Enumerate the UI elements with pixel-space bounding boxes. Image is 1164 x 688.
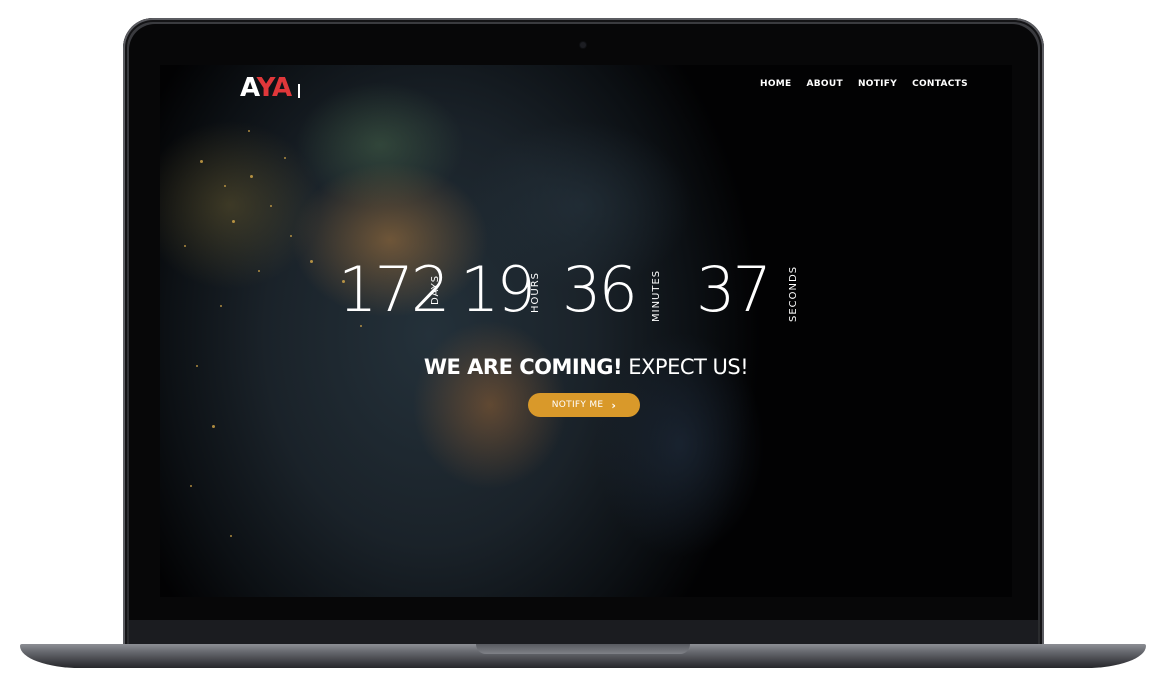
city-light xyxy=(232,220,235,223)
nav-home[interactable]: HOME xyxy=(760,77,792,91)
city-light xyxy=(212,425,215,428)
countdown-minutes-label: MINUTES xyxy=(651,269,662,322)
notify-me-label: NOTIFY ME xyxy=(551,400,604,410)
nav-about[interactable]: ABOUT xyxy=(807,77,843,91)
countdown-minutes-value: 36 xyxy=(562,253,638,326)
city-light xyxy=(200,160,203,163)
logo-mark-icon xyxy=(298,84,300,98)
notify-me-button[interactable]: NOTIFY ME › xyxy=(528,393,640,417)
city-light xyxy=(310,260,313,263)
city-light xyxy=(258,270,260,272)
countdown-hours-value: 19 xyxy=(460,253,536,326)
city-light xyxy=(290,235,292,237)
webcam-icon xyxy=(580,42,586,48)
hero-headline: WE ARE COMING! EXPECT US! xyxy=(160,353,1012,381)
city-light xyxy=(220,305,222,307)
main-nav: HOME ABOUT NOTIFY CONTACTS xyxy=(760,77,968,91)
city-light xyxy=(270,205,272,207)
city-light xyxy=(230,535,232,537)
nav-contacts[interactable]: CONTACTS xyxy=(912,77,968,91)
countdown-days-label: DAYS xyxy=(430,274,441,305)
city-light xyxy=(184,245,186,247)
laptop-hinge-notch xyxy=(476,644,690,654)
countdown-seconds-label: SECONDS xyxy=(788,265,799,322)
city-light xyxy=(190,485,192,487)
city-light xyxy=(250,175,253,178)
logo-letters-ya: YA xyxy=(256,73,292,103)
city-light xyxy=(248,130,250,132)
headline-bold: WE ARE COMING! xyxy=(423,355,623,379)
countdown-seconds-value: 37 xyxy=(696,253,772,326)
countdown-hours-label: HOURS xyxy=(530,271,541,313)
site-logo[interactable]: AYA xyxy=(240,73,300,103)
laptop-chin xyxy=(129,620,1038,646)
logo-letter-a: A xyxy=(240,73,258,103)
headline-light: EXPECT US! xyxy=(628,355,749,379)
city-light xyxy=(224,185,226,187)
website-screen: AYA HOME ABOUT NOTIFY CONTACTS 172 DAYS … xyxy=(160,65,1012,597)
city-light xyxy=(284,157,286,159)
chevron-right-icon: › xyxy=(611,398,617,412)
countdown-timer: 172 DAYS 19 HOURS 36 MINUTES 37 SECONDS xyxy=(338,255,808,325)
nav-notify[interactable]: NOTIFY xyxy=(858,77,897,91)
